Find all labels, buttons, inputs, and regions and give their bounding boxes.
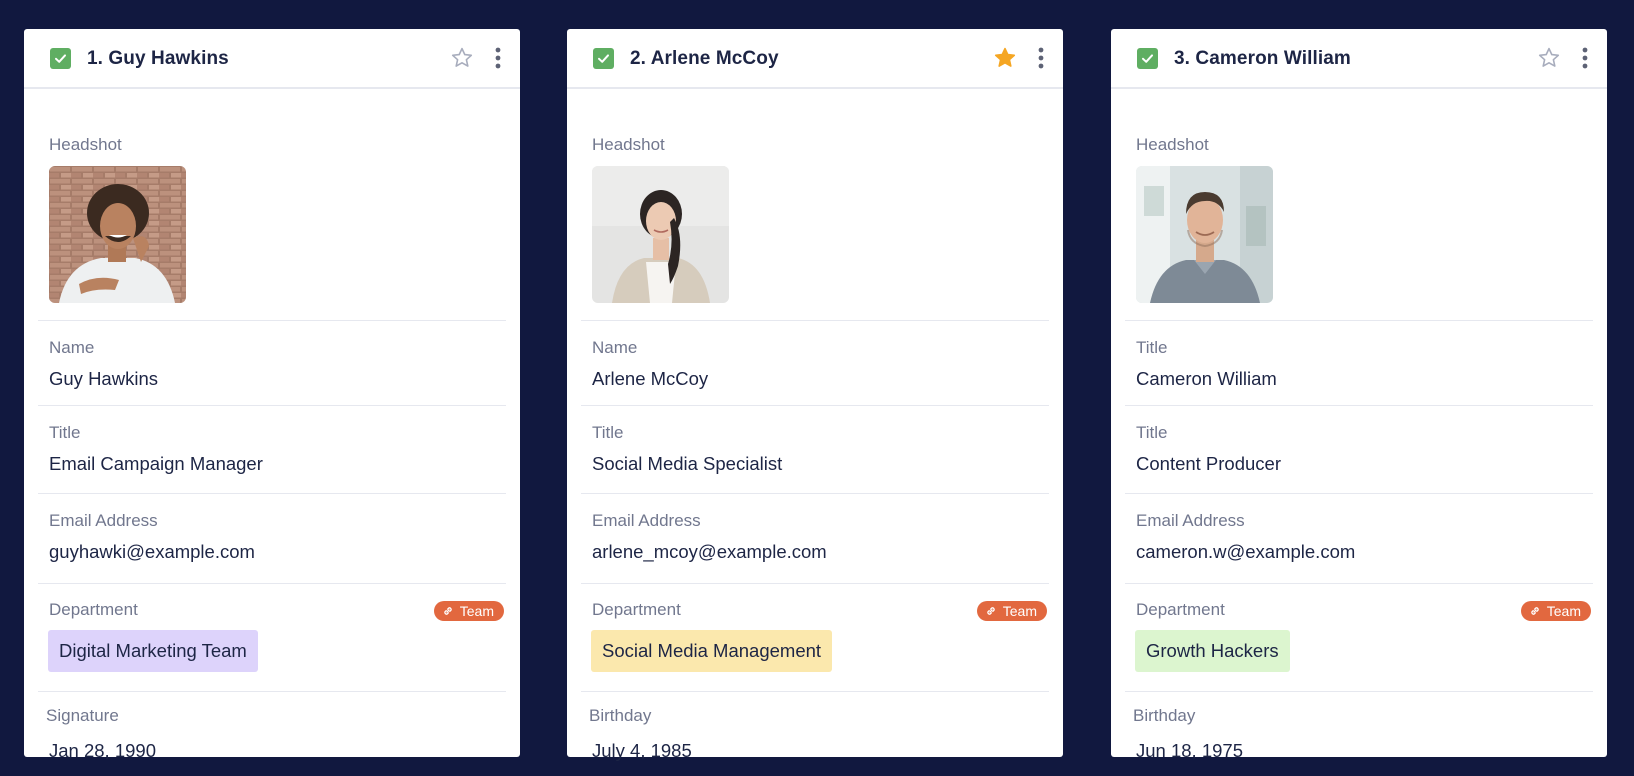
title-field: Title Content Producer [1125,406,1593,494]
field-value[interactable]: arlene_mcoy@example.com [592,541,827,563]
card-title: 2. Arlene McCoy [630,48,779,69]
email-field: Email Address cameron.w@example.com [1125,494,1593,584]
field-value[interactable]: Content Producer [1136,453,1281,475]
department-field: Department Team Social Media Management [581,584,1049,692]
check-icon [55,54,66,63]
title-field: Title Email Campaign Manager [38,406,506,494]
name-field: Name Guy Hawkins [38,321,506,406]
check-icon [598,54,609,63]
team-badge-label: Team [1546,603,1581,619]
field-label: Email Address [49,511,158,530]
select-checkbox[interactable] [50,48,71,69]
department-field: Department Team Digital Marketing Team [38,584,506,692]
card-title: 3. Cameron William [1174,48,1351,69]
headshot-field: Headshot [1125,91,1593,321]
card-header: 2. Arlene McCoy [567,29,1063,89]
field-value[interactable]: Jun 18, 1975 [1136,740,1243,762]
star-icon[interactable] [993,46,1017,70]
field-label: Birthday [589,706,652,725]
headshot-photo[interactable] [1136,166,1273,303]
team-badge-label: Team [1002,603,1037,619]
team-link-badge[interactable]: Team [976,601,1047,621]
field-value[interactable]: Cameron William [1136,368,1277,390]
field-value[interactable]: Jan 28, 1990 [49,740,156,762]
more-vertical-icon[interactable] [494,46,502,70]
card-header: 3. Cameron William [1111,29,1607,89]
field-label: Birthday [1133,706,1196,725]
star-icon[interactable] [450,46,474,70]
team-link-badge[interactable]: Team [1520,601,1591,621]
select-checkbox[interactable] [593,48,614,69]
field-label: Email Address [592,511,701,530]
department-tag[interactable]: Growth Hackers [1135,630,1290,672]
team-link-badge[interactable]: Team [433,601,504,621]
select-checkbox[interactable] [1137,48,1158,69]
card-board: 1. Guy Hawkins Headshot Name Guy Hawkins… [0,0,1634,776]
field-label: Title [1136,423,1168,442]
card-title: 1. Guy Hawkins [87,48,229,69]
field-label: Headshot [49,135,122,154]
headshot-photo[interactable] [592,166,729,303]
headshot-photo[interactable] [49,166,186,303]
field-label: Name [49,338,95,357]
field-label: Department [1136,600,1225,619]
field-value[interactable]: guyhawki@example.com [49,541,255,563]
link-icon [1531,607,1539,615]
field-value[interactable]: Guy Hawkins [49,368,158,390]
record-card[interactable]: 3. Cameron William Headshot Title Camero… [1111,29,1607,761]
title-field: Title Social Media Specialist [581,406,1049,494]
field-value[interactable]: Email Campaign Manager [49,453,263,475]
field-label: Email Address [1136,511,1245,530]
birthday-field: Birthday July 4, 1985 [581,692,1049,761]
department-tag[interactable]: Digital Marketing Team [48,630,258,672]
signature-field: Signature Jan 28, 1990 [38,692,506,761]
link-icon [987,607,995,615]
birthday-field: Birthday Jun 18, 1975 [1125,692,1593,761]
field-label: Department [592,600,681,619]
department-tag[interactable]: Social Media Management [591,630,833,672]
field-label: Signature [46,706,119,725]
field-label: Department [49,600,138,619]
field-value[interactable]: July 4, 1985 [592,740,692,762]
field-label: Headshot [1136,135,1209,154]
card-header: 1. Guy Hawkins [24,29,520,89]
email-field: Email Address guyhawki@example.com [38,494,506,584]
field-label: Title [49,423,81,442]
headshot-field: Headshot [581,91,1049,321]
check-icon [1142,54,1153,63]
field-label: Headshot [592,135,665,154]
headshot-field: Headshot [38,91,506,321]
department-field: Department Team Growth Hackers [1125,584,1593,692]
team-badge-label: Team [459,603,494,619]
field-value[interactable]: Social Media Specialist [592,453,782,475]
title-field: Title Cameron William [1125,321,1593,406]
email-field: Email Address arlene_mcoy@example.com [581,494,1049,584]
record-card[interactable]: 2. Arlene McCoy Headshot Name Arlene McC… [567,29,1063,761]
star-icon[interactable] [1537,46,1561,70]
field-label: Name [592,338,638,357]
link-icon [444,607,452,615]
field-value[interactable]: cameron.w@example.com [1136,541,1355,563]
more-vertical-icon[interactable] [1581,46,1589,70]
name-field: Name Arlene McCoy [581,321,1049,406]
field-label: Title [592,423,624,442]
record-card[interactable]: 1. Guy Hawkins Headshot Name Guy Hawkins… [24,29,520,761]
field-label: Title [1136,338,1168,357]
more-vertical-icon[interactable] [1037,46,1045,70]
field-value[interactable]: Arlene McCoy [592,368,708,390]
